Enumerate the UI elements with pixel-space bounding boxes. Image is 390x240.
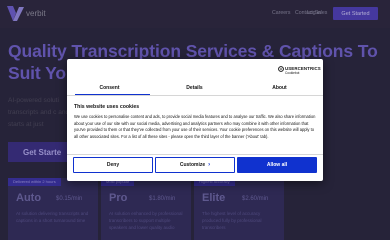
allow-all-button-label: Allow all	[266, 162, 288, 168]
usercentrics-cookiebot-logo: USERCENTRICS Cookiebot	[278, 66, 321, 75]
tab-consent[interactable]: Consent	[67, 85, 152, 91]
usercentrics-icon	[278, 66, 284, 72]
customize-button-label: Customize	[179, 162, 206, 168]
tabs-divider	[67, 95, 323, 96]
cookie-consent-dialog: USERCENTRICS Cookiebot Consent Details A…	[67, 59, 323, 181]
customize-button[interactable]: Customize ›	[155, 157, 235, 173]
deny-button-label: Deny	[106, 162, 120, 168]
allow-all-button[interactable]: Allow all	[237, 157, 317, 173]
cookie-tabs: USERCENTRICS Cookiebot Consent Details A…	[67, 59, 323, 95]
chevron-right-icon: ›	[208, 162, 211, 168]
brand-cookiebot: Cookiebot	[285, 71, 300, 75]
tab-details[interactable]: Details	[152, 85, 237, 91]
buttons-divider	[67, 154, 323, 155]
cookie-dialog-title: This website uses cookies	[74, 104, 140, 110]
deny-button[interactable]: Deny	[73, 157, 153, 173]
tab-about[interactable]: About	[237, 85, 322, 91]
cookie-dialog-body: We use cookies to personalise content an…	[74, 114, 316, 139]
